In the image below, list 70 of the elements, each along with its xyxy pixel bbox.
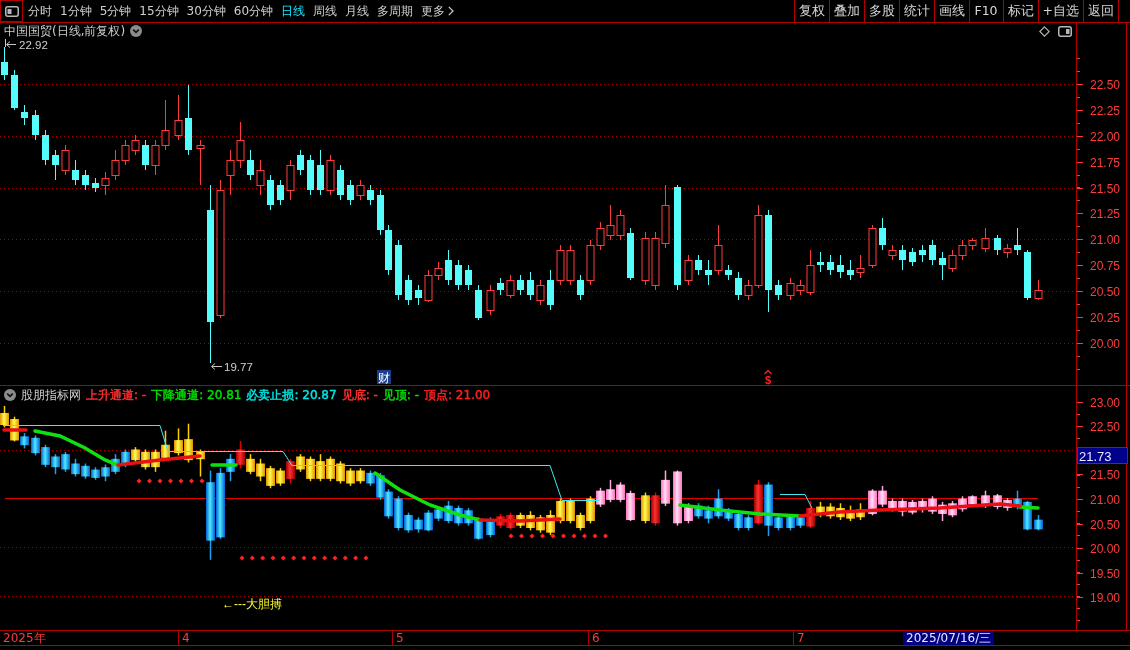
axis-label: 21.00 bbox=[1090, 492, 1121, 507]
time-axis-label: 2025年 bbox=[2, 631, 47, 645]
toolbar-button[interactable]: 标记 bbox=[1002, 0, 1038, 22]
low-price-label: 19.77 bbox=[224, 361, 253, 373]
toolbar-button[interactable]: 画线 bbox=[933, 0, 969, 22]
axis-label: 22.50 bbox=[1090, 77, 1121, 92]
toolbar-button[interactable]: 复权 bbox=[793, 0, 829, 22]
current-value-tag: 21.73 bbox=[1077, 447, 1128, 464]
axis-label: 22.25 bbox=[1090, 103, 1121, 118]
stop-loss-line bbox=[779, 494, 813, 509]
indicator-readout: 下降通道: 20.81 bbox=[151, 387, 242, 404]
axis-label: 22.50 bbox=[1090, 419, 1121, 434]
axis-label: 20.00 bbox=[1090, 336, 1121, 351]
period-tab[interactable]: 多周期 bbox=[377, 1, 414, 21]
signal-annotation: ←---大胆搏 bbox=[222, 597, 282, 611]
rising-channel-line bbox=[2, 428, 28, 432]
period-tab[interactable]: 15分钟 bbox=[139, 1, 179, 21]
indicator-name: 股朋指标网 bbox=[21, 387, 81, 404]
axis-label: 19.00 bbox=[1090, 590, 1121, 605]
axis-label: 20.00 bbox=[1090, 541, 1121, 556]
toolbar-button[interactable]: 多股 bbox=[863, 0, 899, 22]
period-tab[interactable]: 分时 bbox=[28, 1, 52, 21]
chart-title: 中国国贸(日线,前复权) bbox=[4, 23, 126, 40]
period-tab[interactable]: 月线 bbox=[345, 1, 370, 21]
indicator-readout: 见底: - bbox=[341, 387, 378, 404]
falling-channel-line bbox=[1018, 505, 1040, 510]
toolbar-button[interactable]: F10 bbox=[968, 0, 1003, 22]
indicator-readout: 见顶: - bbox=[382, 387, 419, 404]
period-tab[interactable]: 周线 bbox=[313, 1, 338, 21]
period-tab[interactable]: 更多 bbox=[421, 1, 455, 21]
panel-icon bbox=[1058, 25, 1072, 37]
high-price-label: 22.92 bbox=[19, 39, 48, 51]
dropdown-icon[interactable] bbox=[130, 25, 143, 37]
falling-channel-line bbox=[210, 463, 238, 467]
toolbar-button[interactable]: +自选 bbox=[1037, 0, 1083, 22]
toolbar-button[interactable]: 叠加 bbox=[828, 0, 864, 22]
indicator-readout: 顶点: 21.00 bbox=[424, 387, 491, 404]
diamond-icon[interactable] bbox=[1039, 25, 1050, 37]
period-tab[interactable]: 30分钟 bbox=[186, 1, 226, 21]
time-axis-label: 4 bbox=[178, 631, 392, 645]
toolbar-button[interactable]: 返回 bbox=[1083, 0, 1118, 22]
axis-label: 22.00 bbox=[1090, 129, 1121, 144]
panel-toggle-button[interactable] bbox=[0, 0, 23, 22]
period-tab[interactable]: 60分钟 bbox=[233, 1, 274, 21]
axis-label: 23.00 bbox=[1090, 395, 1121, 410]
axis-label: 21.25 bbox=[1090, 206, 1121, 221]
high-price-leader bbox=[5, 38, 17, 48]
time-axis-label: 6 bbox=[588, 631, 793, 645]
axis-label: 21.50 bbox=[1090, 467, 1121, 482]
indicator-readout: 必卖止损: 20.87 bbox=[246, 387, 337, 404]
axis-label: 20.50 bbox=[1090, 284, 1121, 299]
dropdown-icon[interactable] bbox=[4, 389, 16, 401]
axis-label: 21.50 bbox=[1090, 181, 1121, 196]
time-axis-label: 5 bbox=[392, 631, 588, 645]
period-tab[interactable]: 5分钟 bbox=[99, 1, 132, 21]
chevron-right-icon bbox=[448, 6, 455, 16]
axis-label: 20.75 bbox=[1090, 258, 1121, 273]
low-price-leader bbox=[211, 363, 223, 370]
finance-marker[interactable]: 财 bbox=[377, 370, 391, 385]
axis-label: 20.25 bbox=[1090, 310, 1121, 325]
toolbar-button[interactable]: 统计 bbox=[898, 0, 934, 22]
cursor-date: 2025/07/16/三 bbox=[903, 631, 995, 645]
period-tab[interactable]: 日线 bbox=[281, 1, 306, 21]
axis-label: 21.75 bbox=[1090, 155, 1121, 170]
indicator-readout: 上升通道: - bbox=[86, 387, 147, 404]
axis-label: 19.50 bbox=[1090, 566, 1121, 581]
axis-label: 21.00 bbox=[1090, 232, 1121, 247]
period-tab[interactable]: 1分钟 bbox=[60, 1, 92, 21]
panel-icon bbox=[4, 5, 19, 17]
axis-label: 20.50 bbox=[1090, 517, 1121, 532]
